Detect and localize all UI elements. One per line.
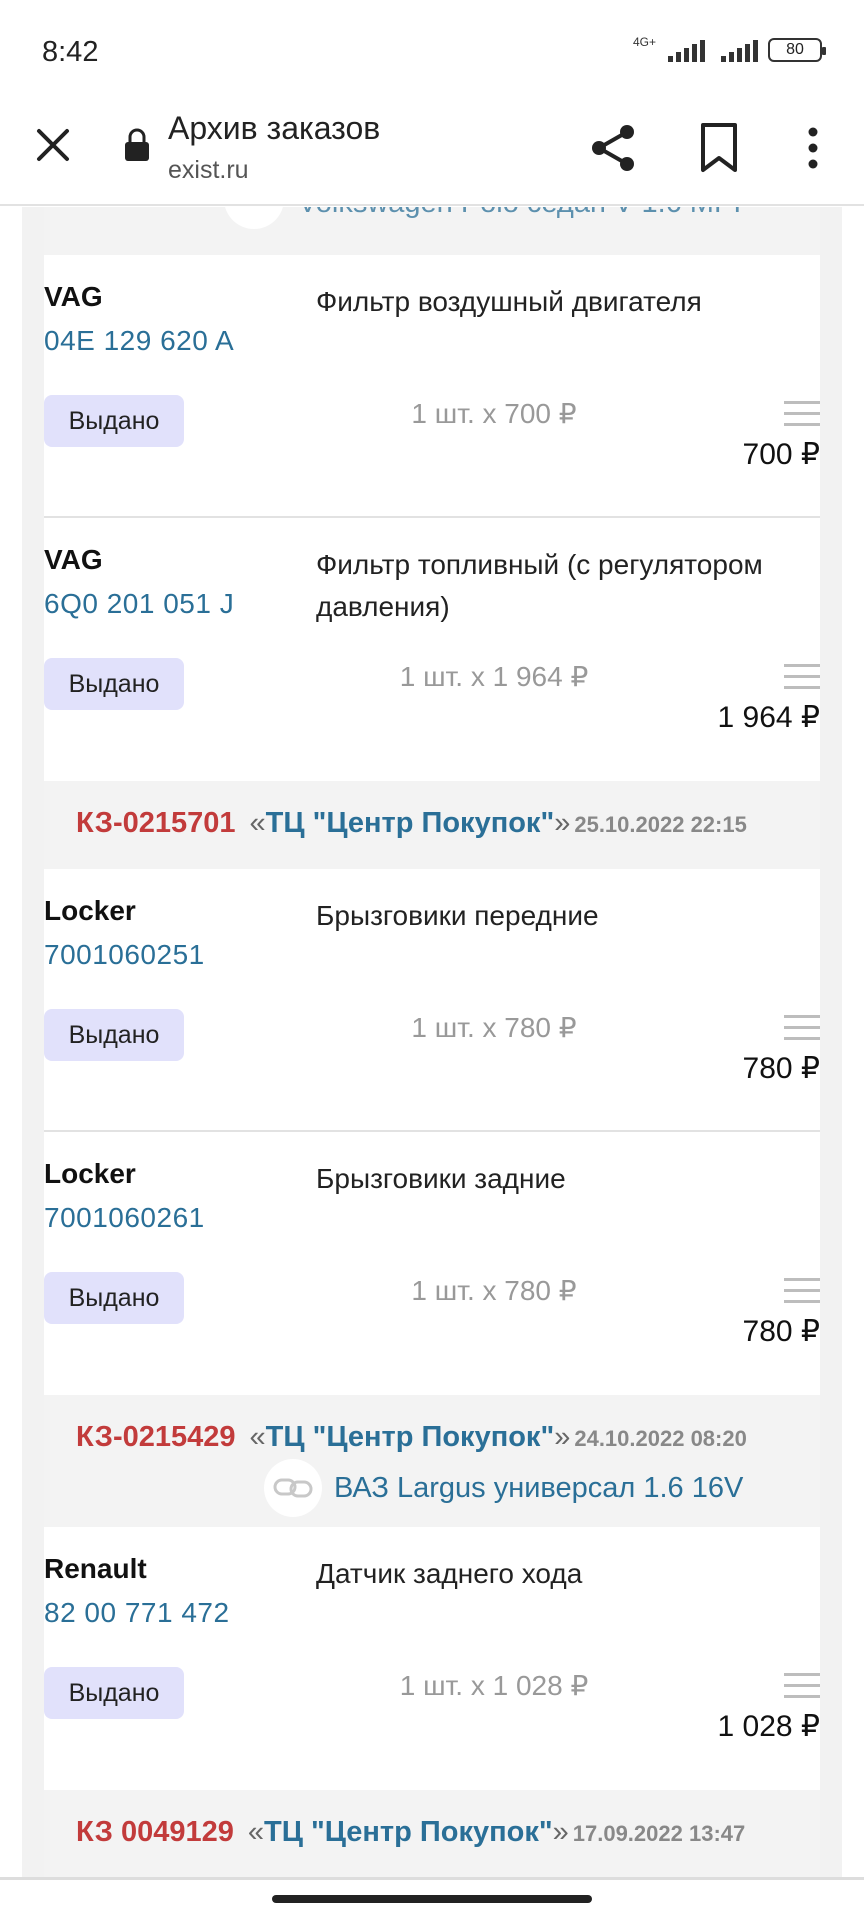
item-total: 780 ₽ [742,1315,820,1348]
order-header-row: КЗ-0215429 « ТЦ "Центр Покупок" » 24.10.… [76,1421,747,1454]
order-car-strip: Volkswagen Polo седан V 1.6 MPI [44,207,820,255]
order-number[interactable]: КЗ 0049129 [76,1816,234,1849]
order-header: КЗ 0049129 « ТЦ "Центр Покупок" » 17.09.… [44,1790,820,1877]
shop-link[interactable]: ТЦ "Центр Покупок" [264,1816,553,1849]
status-badge: Выдано [44,1272,184,1324]
item-menu-icon[interactable] [784,1015,820,1045]
item-description: Фильтр топливный (с регулятором давления… [316,549,763,622]
order-item: Locker 7001060251 Брызговики передние Вы… [44,869,820,1132]
battery-level: 80 [786,41,804,58]
item-total: 780 ₽ [742,1052,820,1085]
item-total: 1 028 ₽ [717,1710,821,1743]
quote-close: » [554,807,571,839]
item-description: Датчик заднего хода [316,1558,583,1589]
close-icon [37,129,69,161]
status-bar: 8:42 4G+ 80 [0,0,864,100]
item-article-link[interactable]: 7001060261 [44,1202,205,1234]
item-brand: VAG [44,281,103,312]
order-item: VAG 6Q0 201 051 J Фильтр топливный (с ре… [44,518,820,781]
order-header: КЗ-0215429 « ТЦ "Центр Покупок" » 24.10.… [44,1395,820,1527]
order-header-row: КЗ-0215701 « ТЦ "Центр Покупок" » 25.10.… [76,807,747,840]
page-title: Архив заказов [168,110,381,146]
order-number[interactable]: КЗ-0215701 [76,807,236,840]
lock-icon [125,128,149,161]
orders-list: Volkswagen Polo седан V 1.6 MPI VAG 04E … [44,207,820,1877]
quote-open: « [249,1421,266,1453]
item-menu-icon[interactable] [784,1278,820,1308]
item-quantity-price: 1 шт. x 780 ₽ [411,1012,577,1043]
item-quantity-price: 1 шт. x 1 028 ₽ [399,1670,589,1701]
status-badge: Выдано [44,1667,184,1719]
car-link-icon [264,1459,322,1517]
car-link[interactable]: Volkswagen Polo седан V 1.6 MPI [298,207,741,220]
item-description: Брызговики задние [316,1163,566,1194]
order-item: VAG 04E 129 620 A Фильтр воздушный двига… [44,255,820,518]
car-link-icon [224,207,284,229]
item-description: Фильтр воздушный двигателя [316,286,702,317]
order-item: Locker 7001060261 Брызговики задние Выда… [44,1132,820,1395]
status-time: 8:42 [42,36,99,68]
item-article-link[interactable]: 6Q0 201 051 J [44,588,234,620]
order-number[interactable]: КЗ-0215429 [76,1421,236,1454]
item-article-link[interactable]: 7001060251 [44,939,205,971]
battery-icon: 80 [768,38,826,62]
item-brand: VAG [44,544,103,575]
item-description: Брызговики передние [316,900,599,931]
orders-archive: Volkswagen Polo седан V 1.6 MPI VAG 04E … [22,207,842,1877]
car-link[interactable]: ВАЗ Largus универсал 1.6 16V [334,1472,743,1505]
status-badge: Выдано [44,1009,184,1061]
browser-toolbar: Архив заказов exist.ru [0,100,864,206]
item-brand: Locker [44,1158,136,1189]
signal-icon [668,38,705,62]
quote-close: » [554,1421,571,1453]
quote-open: « [247,1816,265,1848]
signal-icon-2 [721,38,758,62]
order-car[interactable]: ВАЗ Largus универсал 1.6 16V [264,1459,743,1517]
shop-link[interactable]: ТЦ "Центр Покупок" [266,807,555,840]
status-icons: 4G+ 80 [632,35,826,62]
item-brand: Locker [44,895,136,926]
bookmark-icon[interactable] [694,120,744,176]
status-badge: Выдано [44,658,184,710]
item-quantity-price: 1 шт. x 780 ₽ [411,1275,577,1306]
item-total: 700 ₽ [742,438,820,471]
item-menu-icon[interactable] [784,1673,820,1703]
shop-link[interactable]: ТЦ "Центр Покупок" [266,1421,555,1454]
more-options-icon[interactable] [795,120,831,176]
order-header: КЗ-0215701 « ТЦ "Центр Покупок" » 25.10.… [44,781,820,869]
order-item: Renault 82 00 771 472 Датчик заднего ход… [44,1527,820,1790]
navigation-bar [0,1877,864,1920]
item-quantity-price: 1 шт. x 1 964 ₽ [399,661,589,692]
page-domain[interactable]: exist.ru [168,156,249,185]
item-menu-icon[interactable] [784,664,820,694]
item-brand: Renault [44,1553,147,1584]
status-badge: Выдано [44,395,184,447]
network-type: 4G+ [632,35,656,49]
share-icon[interactable] [585,120,641,176]
item-total: 1 964 ₽ [717,701,821,734]
order-date: 17.09.2022 13:47 [572,1821,746,1846]
quote-open: « [249,807,266,839]
order-header-row: КЗ 0049129 « ТЦ "Центр Покупок" » 17.09.… [76,1816,745,1849]
quote-close: » [552,1816,569,1848]
item-quantity-price: 1 шт. x 700 ₽ [411,398,577,429]
item-article-link[interactable]: 82 00 771 472 [44,1597,230,1629]
order-date: 25.10.2022 22:15 [574,812,747,837]
item-article-link[interactable]: 04E 129 620 A [44,325,234,357]
order-date: 24.10.2022 08:20 [574,1426,747,1451]
home-handle[interactable] [272,1895,592,1903]
item-menu-icon[interactable] [784,401,820,431]
close-button[interactable] [28,120,78,170]
